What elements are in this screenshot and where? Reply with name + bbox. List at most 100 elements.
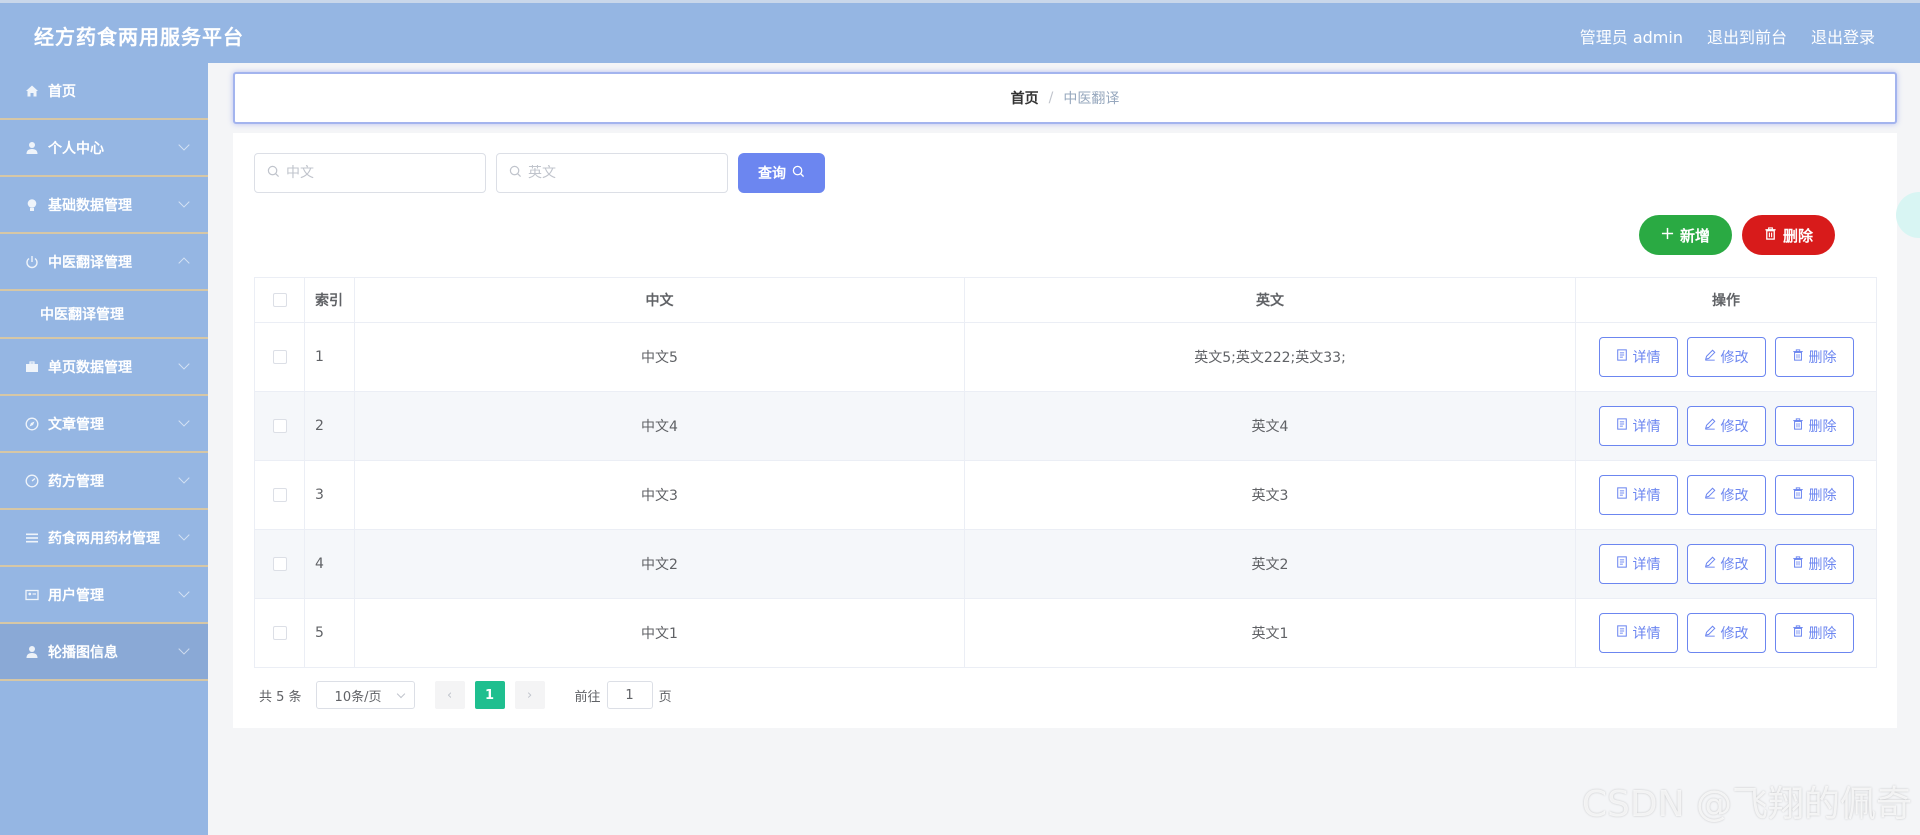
briefcase-icon [24,359,40,375]
home-icon [24,83,40,99]
floating-widget[interactable] [1896,192,1920,238]
sidebar-item-prescriptions[interactable]: 药方管理 [0,453,208,510]
en-search-input[interactable] [528,165,708,181]
delete-button[interactable]: 删除 [1774,475,1854,515]
edit-button[interactable]: 修改 [1686,406,1766,446]
sidebar-item-carousel[interactable]: 轮播图信息 [0,624,208,681]
sidebar-item-users[interactable]: 用户管理 [0,567,208,624]
row-index: 1 [304,322,355,392]
edit-button[interactable]: 修改 [1686,544,1766,584]
sidebar-item-personal-center[interactable]: 个人中心 [0,120,208,177]
detail-button[interactable]: 详情 [1598,337,1678,377]
header-ops: 操作 [1575,277,1877,323]
sidebar-item-herbs[interactable]: 药食两用药材管理 [0,510,208,567]
page-number-button[interactable]: 1 [474,681,505,709]
row-en: 英文4 [964,391,1576,461]
edit-icon [1704,418,1716,434]
table-row: 1 中文5 英文5;英文222;英文33; 详情 修改 删除 [254,322,1877,392]
goto-page-input[interactable] [606,681,653,709]
user-icon [24,140,40,156]
detail-button[interactable]: 详情 [1598,613,1678,653]
detail-label: 详情 [1632,419,1661,435]
batch-delete-button[interactable]: 删除 [1742,215,1835,255]
delete-button[interactable]: 删除 [1774,406,1854,446]
row-checkbox[interactable] [272,488,287,502]
detail-label: 详情 [1632,557,1661,573]
row-index: 2 [304,391,355,461]
zh-search-field[interactable] [254,153,486,193]
sidebar-item-label: 首页 [48,83,76,100]
submenu-item-tcm-translation[interactable]: 中医翻译管理 [0,291,208,339]
admin-user-link[interactable]: 管理员 admin [1580,24,1683,48]
delete-button[interactable]: 删除 [1774,613,1854,653]
delete-label: 删除 [1808,350,1837,366]
page-size-select[interactable]: 10条/页 [315,681,415,709]
document-icon [1616,487,1628,503]
breadcrumb-home[interactable]: 首页 [1011,88,1039,108]
zh-search-input[interactable] [286,165,466,181]
row-checkbox[interactable] [272,626,287,640]
edit-icon [1704,625,1716,641]
row-zh: 中文3 [354,460,965,530]
row-check-cell [254,598,305,668]
row-check-cell [254,391,305,461]
row-en: 英文1 [964,598,1576,668]
chevron-down-icon [178,529,190,541]
edit-icon [1704,349,1716,365]
row-zh: 中文4 [354,391,965,461]
next-page-button[interactable]: › [514,681,545,709]
add-button-label: 新增 [1679,226,1710,245]
delete-button[interactable]: 删除 [1774,337,1854,377]
search-icon [267,165,280,182]
sidebar-item-label: 个人中心 [48,140,104,157]
exit-to-front-link[interactable]: 退出到前台 [1707,24,1787,48]
table-header-row: 索引 中文 英文 操作 [254,277,1877,323]
sidebar-item-label: 文章管理 [48,416,104,433]
sidebar-item-label: 用户管理 [48,587,104,604]
row-check-cell [254,460,305,530]
sidebar-item-basic-data[interactable]: 基础数据管理 [0,177,208,234]
row-ops: 详情 修改 删除 [1575,529,1877,599]
detail-button[interactable]: 详情 [1598,544,1678,584]
sidebar-item-label: 基础数据管理 [48,197,132,214]
logout-link[interactable]: 退出登录 [1811,24,1875,48]
user-icon [24,644,40,660]
prev-page-button[interactable]: ‹ [434,681,465,709]
chevron-right-icon: › [526,687,533,703]
sidebar-item-articles[interactable]: 文章管理 [0,396,208,453]
chevron-left-icon: ‹ [446,687,453,703]
delete-button[interactable]: 删除 [1774,544,1854,584]
top-nav: 管理员 admin 退出到前台 退出登录 [1580,24,1875,48]
select-all-checkbox[interactable] [272,293,287,307]
row-checkbox[interactable] [272,350,287,364]
edit-button[interactable]: 修改 [1686,337,1766,377]
row-check-cell [254,529,305,599]
trash-icon [1792,556,1804,572]
header-zh: 中文 [354,277,965,323]
detail-button[interactable]: 详情 [1598,475,1678,515]
row-zh: 中文5 [354,322,965,392]
document-icon [1616,556,1628,572]
sidebar-item-single-page[interactable]: 单页数据管理 [0,339,208,396]
trash-icon [1792,487,1804,503]
row-index: 3 [304,460,355,530]
header-index: 索引 [304,277,355,323]
sidebar-item-label: 中医翻译管理 [48,254,132,271]
row-checkbox[interactable] [272,557,287,571]
chevron-down-icon [178,586,190,598]
detail-button[interactable]: 详情 [1598,406,1678,446]
sidebar-item-home[interactable]: 首页 [0,63,208,120]
row-checkbox[interactable] [272,419,287,433]
sidebar: 首页 个人中心 基础数据管理 中医翻译管理 中医翻译管理 单页数据管理 文章管理 [0,63,208,835]
row-en: 英文5;英文222;英文33; [964,322,1576,392]
sidebar-item-tcm-translation[interactable]: 中医翻译管理 [0,234,208,291]
edit-button[interactable]: 修改 [1686,475,1766,515]
delete-label: 删除 [1808,557,1837,573]
batch-delete-label: 删除 [1782,226,1813,245]
add-button[interactable]: 新增 [1639,215,1732,255]
query-button[interactable]: 查询 [738,153,825,193]
en-search-field[interactable] [496,153,728,193]
edit-button[interactable]: 修改 [1686,613,1766,653]
edit-label: 修改 [1720,626,1749,642]
table-row: 5 中文1 英文1 详情 修改 删除 [254,598,1877,668]
